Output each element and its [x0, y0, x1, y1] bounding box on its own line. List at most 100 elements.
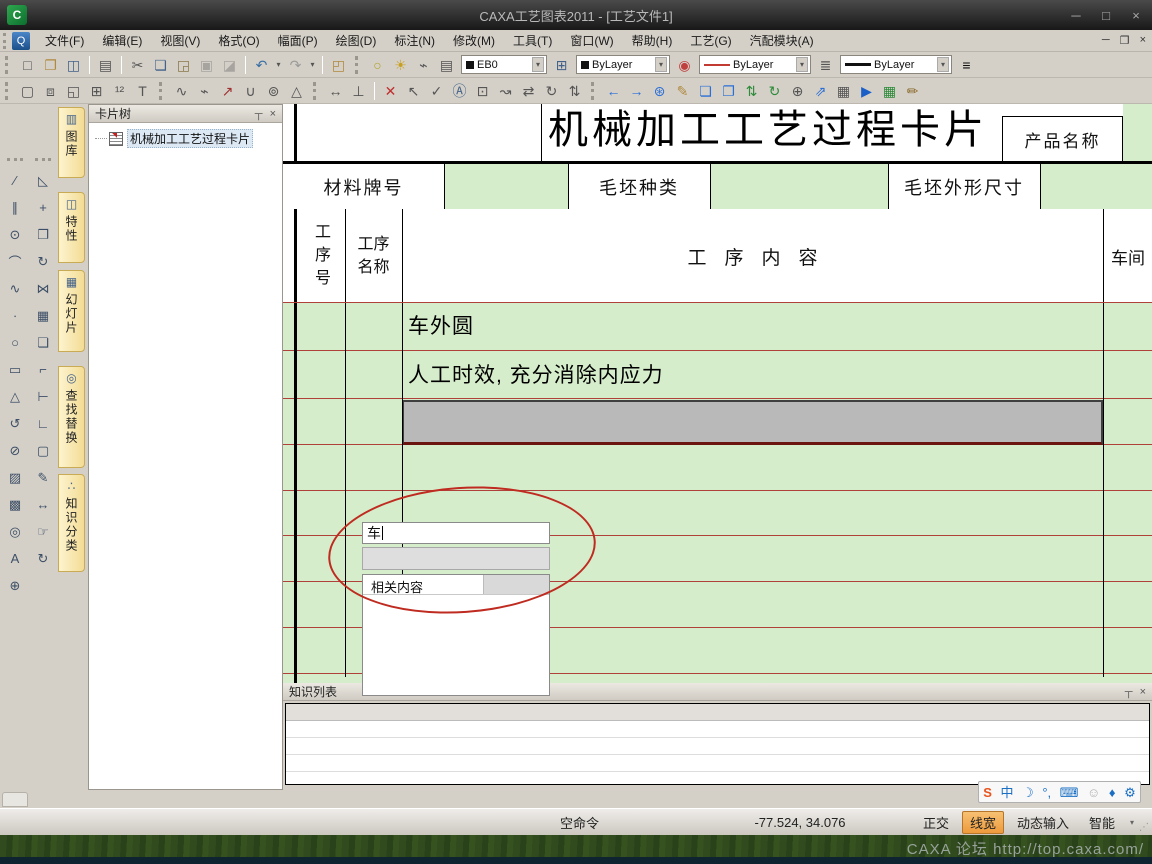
blank-type-value-cell[interactable]: [710, 164, 888, 209]
pin-icon[interactable]: ┬: [1125, 686, 1133, 698]
dim-coordinate-icon[interactable]: ⊥: [347, 80, 370, 102]
mdi-close-icon[interactable]: ×: [1140, 34, 1146, 47]
rotate-icon[interactable]: ↻: [32, 248, 54, 275]
dim-linear-icon[interactable]: ↔: [324, 80, 347, 102]
text-tool-icon[interactable]: A: [4, 545, 26, 572]
undo-icon[interactable]: ↶: [250, 54, 273, 76]
pin-icon[interactable]: ┬: [255, 108, 263, 120]
loop-curve-icon[interactable]: ↺: [4, 410, 26, 437]
undo-dropdown-icon[interactable]: ▾: [273, 54, 284, 76]
minimize-icon[interactable]: ─: [1068, 8, 1084, 23]
color-wheel-icon[interactable]: ◉: [673, 54, 696, 76]
detail-view-icon[interactable]: ⊕: [4, 572, 26, 599]
card-update-icon[interactable]: ↻: [32, 545, 54, 572]
fullhalf-moon-icon[interactable]: ☽: [1022, 786, 1034, 799]
resize-grip[interactable]: ⋰: [1139, 822, 1150, 833]
punctuation-icon[interactable]: °,: [1042, 786, 1051, 799]
current-layer-combo[interactable]: EB0▾: [461, 55, 547, 74]
user-account-icon[interactable]: ☺: [1087, 786, 1100, 799]
line-tool-icon[interactable]: ∕: [4, 167, 26, 194]
eraser-icon[interactable]: ◺: [32, 167, 54, 194]
polygon-tool-icon[interactable]: △: [4, 383, 26, 410]
play-demo-icon[interactable]: ▶: [855, 80, 878, 102]
rectangle-tool-icon[interactable]: ▭: [4, 356, 26, 383]
text-block-icon[interactable]: T: [131, 80, 154, 102]
tab-properties[interactable]: ◫特性: [58, 192, 85, 263]
leader-curve-icon[interactable]: ↝: [494, 80, 517, 102]
tree-update-icon[interactable]: ⇅: [740, 80, 763, 102]
toggle-dynamic-input[interactable]: 动态输入: [1010, 812, 1076, 833]
arc-tool-icon[interactable]: ⌒: [4, 248, 26, 275]
break-line-icon[interactable]: ⌁: [193, 80, 216, 102]
copy-object-icon[interactable]: ❐: [32, 221, 54, 248]
tree-item-process-card[interactable]: 机械加工工艺过程卡片: [95, 129, 282, 148]
toggle-smart[interactable]: 智能: [1082, 812, 1122, 833]
serial-number-icon[interactable]: ¹²: [108, 80, 131, 102]
layer-bright-icon[interactable]: ☀: [389, 54, 412, 76]
tab-find-replace[interactable]: ◎查找替换: [58, 366, 85, 468]
trim-mark-icon[interactable]: ✕: [379, 80, 402, 102]
layer-manager-icon[interactable]: ⊞: [550, 54, 573, 76]
next-card-icon[interactable]: →: [625, 80, 648, 102]
toggle-linewidth[interactable]: 线宽: [962, 811, 1004, 834]
datum-symbol-icon[interactable]: Ⓐ: [448, 80, 471, 102]
menu-item-11[interactable]: 工艺(G): [681, 30, 740, 52]
save-file-icon[interactable]: ◫: [62, 54, 85, 76]
box-3d-icon[interactable]: ▢: [32, 437, 54, 464]
card-refresh-icon[interactable]: ↻: [763, 80, 786, 102]
status-dropdown-icon[interactable]: ▾: [1130, 818, 1134, 827]
tab-slides[interactable]: ▦幻灯片: [58, 270, 85, 352]
check-mark-icon[interactable]: ✓: [425, 80, 448, 102]
close-icon[interactable]: ×: [270, 108, 276, 120]
menu-item-12[interactable]: 汽配模块(A): [741, 30, 823, 52]
close-icon[interactable]: ×: [1140, 686, 1146, 698]
dim-edit-icon[interactable]: ✎: [32, 464, 54, 491]
collapsed-panel-tab[interactable]: [2, 792, 28, 807]
row-1-content[interactable]: 车外圆: [408, 303, 474, 351]
corner-icon[interactable]: ∟: [32, 410, 54, 437]
wave-line-icon[interactable]: ∿: [170, 80, 193, 102]
selected-cell[interactable]: [402, 400, 1103, 445]
axis-line-icon[interactable]: ⊘: [4, 437, 26, 464]
hatch-tool-icon[interactable]: ▨: [4, 464, 26, 491]
title-block-icon[interactable]: ◱: [62, 80, 85, 102]
spline-tool-icon[interactable]: ∿: [4, 275, 26, 302]
card-link-icon[interactable]: ⊕: [786, 80, 809, 102]
copy-icon[interactable]: ❏: [149, 54, 172, 76]
edit-card-icon[interactable]: ✎: [671, 80, 694, 102]
cut-icon[interactable]: ✂: [126, 54, 149, 76]
tab-library[interactable]: ▥图库: [58, 107, 85, 178]
scale-text-icon[interactable]: ⇅: [563, 80, 586, 102]
menu-item-0[interactable]: 文件(F): [36, 30, 93, 52]
menu-item-3[interactable]: 格式(O): [209, 30, 268, 52]
chinese-mode-icon[interactable]: 中: [1001, 786, 1014, 799]
label-tool-icon[interactable]: ◎: [4, 518, 26, 545]
linetype-manager-icon[interactable]: ≣: [814, 54, 837, 76]
array-icon[interactable]: ▦: [32, 302, 54, 329]
ole-object-icon[interactable]: ◰: [327, 54, 350, 76]
copy-card-icon[interactable]: ❐: [717, 80, 740, 102]
redo-dropdown-icon[interactable]: ▾: [307, 54, 318, 76]
menu-item-6[interactable]: 标注(N): [385, 30, 444, 52]
layer-print-icon[interactable]: ▤: [435, 54, 458, 76]
color-combo[interactable]: ByLayer▾: [576, 55, 670, 74]
leader-text-icon[interactable]: ↖: [402, 80, 425, 102]
layer-on-icon[interactable]: ○: [366, 54, 389, 76]
prev-card-icon[interactable]: ←: [602, 80, 625, 102]
menu-item-10[interactable]: 帮助(H): [623, 30, 682, 52]
rotate-text-icon[interactable]: ↻: [540, 80, 563, 102]
new-file-icon[interactable]: □: [16, 54, 39, 76]
move-icon[interactable]: +: [32, 194, 54, 221]
toggle-ortho[interactable]: 正交: [916, 812, 956, 833]
parts-table-icon[interactable]: ⊞: [85, 80, 108, 102]
blank-size-value-cell[interactable]: [1040, 164, 1152, 209]
card-grid-icon[interactable]: ▦: [832, 80, 855, 102]
tab-knowledge-class[interactable]: ∴知识分类: [58, 474, 85, 572]
tolerance-box-icon[interactable]: ⊡: [471, 80, 494, 102]
section-symbol-icon[interactable]: △: [285, 80, 308, 102]
stamp-circle-icon[interactable]: ⊚: [262, 80, 285, 102]
contour-icon[interactable]: ∪: [239, 80, 262, 102]
card-export-icon[interactable]: ⇗: [809, 80, 832, 102]
close-icon[interactable]: ×: [1128, 8, 1144, 23]
menu-item-4[interactable]: 幅面(P): [269, 30, 327, 52]
